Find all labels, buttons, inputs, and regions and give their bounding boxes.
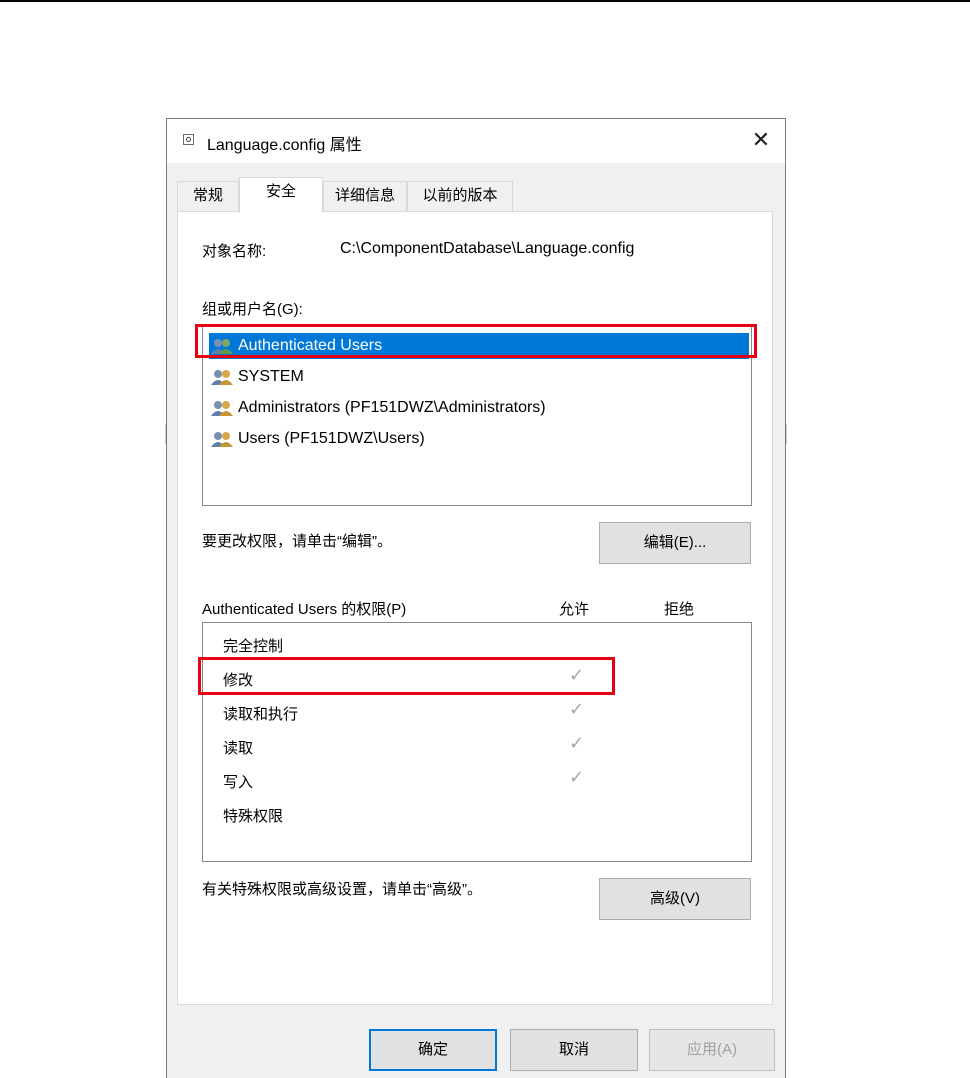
users-group-icon (211, 339, 233, 354)
list-item[interactable]: Administrators (PF151DWZ\Administrators) (209, 395, 749, 421)
check-icon: ✓ (569, 733, 585, 753)
check-icon: ✓ (569, 767, 585, 787)
window-title: Language.config 属性 (207, 137, 362, 154)
edit-button[interactable]: 编辑(E)... (599, 522, 751, 564)
object-name-value: C:\ComponentDatabase\Language.config (340, 240, 635, 257)
file-config-icon (183, 134, 194, 145)
permission-row: 写入 (223, 774, 254, 791)
user-name: Administrators (PF151DWZ\Administrators) (238, 399, 546, 416)
user-list[interactable]: Authenticated Users SYSTEM Administrator… (202, 324, 752, 506)
check-icon: ✓ (569, 699, 585, 719)
users-group-icon (211, 401, 233, 416)
list-item[interactable]: Users (PF151DWZ\Users) (209, 426, 749, 452)
user-name: SYSTEM (238, 368, 304, 385)
tab-previous-versions[interactable]: 以前的版本 (407, 181, 513, 211)
permission-row: 完全控制 (223, 638, 284, 655)
permission-row: 修改 (223, 672, 254, 689)
permissions-list[interactable]: 完全控制 修改 ✓ 读取和执行 ✓ 读取 ✓ 写入 ✓ 特殊权限 (202, 622, 752, 862)
object-name-label: 对象名称: (202, 243, 267, 260)
security-panel: 对象名称: C:\ComponentDatabase\Language.conf… (177, 211, 773, 1005)
advanced-button[interactable]: 高级(V) (599, 878, 751, 920)
permissions-label: Authenticated Users 的权限(P) (202, 601, 407, 618)
list-item[interactable]: SYSTEM (209, 364, 749, 390)
user-name: Authenticated Users (238, 337, 383, 354)
check-icon: ✓ (569, 665, 585, 685)
apply-button[interactable]: 应用(A) (649, 1029, 775, 1071)
ok-button[interactable]: 确定 (369, 1029, 497, 1071)
permission-row: 读取和执行 (223, 706, 299, 723)
permission-row: 读取 (223, 740, 254, 757)
background-tick (786, 424, 787, 444)
deny-header: 拒绝 (664, 601, 695, 618)
groups-label: 组或用户名(G): (202, 301, 303, 318)
top-rule (0, 0, 970, 2)
tab-security[interactable]: 安全 (239, 177, 323, 213)
user-name: Users (PF151DWZ\Users) (238, 430, 425, 447)
users-group-icon (211, 370, 233, 385)
title-bar[interactable]: Language.config 属性 ✕ (167, 119, 785, 163)
permission-row: 特殊权限 (223, 808, 284, 825)
close-icon[interactable]: ✕ (747, 127, 775, 155)
list-item[interactable]: Authenticated Users (209, 333, 749, 359)
properties-dialog: Language.config 属性 ✕ 常规 安全 详细信息 以前的版本 对象… (166, 118, 786, 1078)
edit-hint: 要更改权限，请单击“编辑”。 (202, 533, 392, 550)
tab-details[interactable]: 详细信息 (323, 181, 407, 211)
allow-header: 允许 (559, 601, 590, 618)
users-group-icon (211, 432, 233, 447)
advanced-hint: 有关特殊权限或高级设置，请单击“高级”。 (202, 881, 482, 898)
cancel-button[interactable]: 取消 (510, 1029, 638, 1071)
tab-general[interactable]: 常规 (177, 181, 239, 211)
